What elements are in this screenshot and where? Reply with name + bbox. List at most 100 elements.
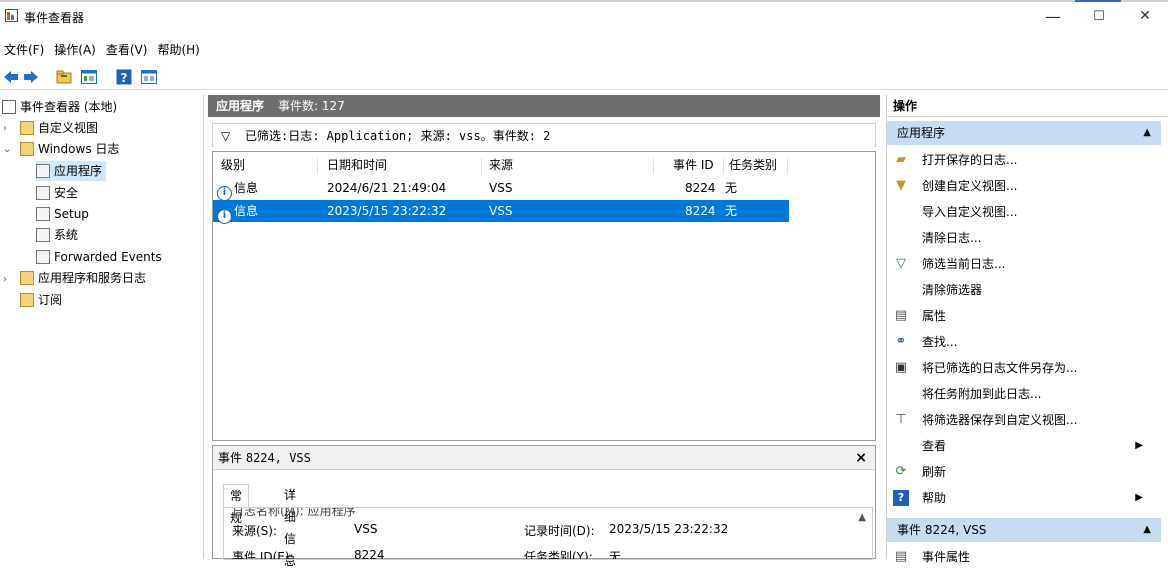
tree-item-security[interactable]: 安全 [36,183,78,203]
tab-general[interactable]: 常规 [223,484,250,525]
action-label: 事件属性 [922,550,971,564]
grid-header: 级别 日期和时间 来源 事件 ID 任务类别 [213,154,789,176]
tree-root-label: 事件查看器 (本地) [20,100,118,114]
tree-item-app-service-logs[interactable]: 应用程序和服务日志 [20,268,146,288]
tree-item-application[interactable]: 应用程序 [36,161,107,181]
action-save-filter-to-custom-view[interactable]: ⊤ 将筛选器保存到自定义视图... [887,407,1161,433]
forward-arrow-icon[interactable] [22,68,40,86]
chevron-right-icon[interactable]: › [3,123,7,134]
action-create-custom-view[interactable]: ▼ 创建自定义视图... [887,173,1161,199]
action-properties[interactable]: ▤ 属性 [887,303,1161,329]
binoculars-icon: ⚭ [895,334,907,349]
show-hide-tree-icon[interactable] [55,68,73,86]
action-label: 查看 [922,439,947,453]
category-cell: 无 [725,181,738,195]
action-event-properties[interactable]: ▤ 事件属性 [887,544,1161,570]
tree-item-subscriptions[interactable]: 订阅 [20,290,62,310]
tab-details[interactable]: 详细信息 [278,484,302,568]
column-header-datetime[interactable]: 日期和时间 [327,154,387,176]
refresh-icon: ⟳ [895,464,907,479]
table-row[interactable]: i 信息 2024/6/21 21:49:04 VSS 8224 无 [213,177,789,201]
event-viewer-app-icon [5,9,18,22]
log-icon [36,186,50,200]
action-refresh[interactable]: ⟳ 刷新 [887,459,1161,485]
category-cell: 无 [725,204,738,218]
tree-item-system[interactable]: 系统 [36,225,78,245]
tree-application-label: 应用程序 [54,164,103,178]
action-clear-log[interactable]: 清除日志... [887,225,1161,251]
properties-icon: ▤ [894,549,908,564]
action-import-custom-view[interactable]: 导入自定义视图... [887,199,1161,225]
column-separator[interactable] [787,158,788,174]
table-row-selected[interactable]: i 信息 2023/5/15 23:22:32 VSS 8224 无 [213,200,789,224]
datetime-cell: 2024/6/21 21:49:04 [327,181,447,195]
collapse-up-icon[interactable]: ▲ [1143,121,1151,145]
actions-section-application[interactable]: 应用程序 ▲ [887,121,1161,145]
detail-body: 日志名称(M): 应用程序 来源(S): VSS 记录时间(D): 2023/5… [223,507,873,560]
menu-file[interactable]: 文件(F) [0,40,50,60]
log-icon [36,250,50,264]
actions-header: 操作 [887,95,1168,117]
action-help[interactable]: ? 帮助 ▶ [887,485,1161,511]
event-id-cell: 8224 [685,181,716,195]
help-icon: ? [893,490,909,506]
action-label: 打开保存的日志... [922,153,1018,167]
menu-bar: 文件(F) 操作(A) 查看(V) 帮助(H) [0,40,206,60]
tree-item-custom-views[interactable]: 自定义视图 [20,118,98,138]
chevron-down-icon[interactable]: ⌄ [3,144,11,155]
tree-item-forwarded-events[interactable]: Forwarded Events [36,247,162,267]
column-separator[interactable] [723,158,724,174]
chevron-right-icon[interactable]: › [3,274,7,285]
help-toolbar-icon[interactable]: ? [115,68,133,86]
action-find[interactable]: ⚭ 查找... [887,329,1161,355]
action-save-filtered-log[interactable]: ▣ 将已筛选的日志文件另存为... [887,355,1161,381]
close-button[interactable]: ✕ [1122,0,1168,32]
action-clear-filter[interactable]: 清除筛选器 [887,277,1161,303]
back-arrow-icon[interactable] [2,68,20,86]
menu-help[interactable]: 帮助(H) [153,40,205,60]
window-title: 事件查看器 [24,11,85,25]
column-header-task-category[interactable]: 任务类别 [729,154,777,176]
filter-text: 已筛选:日志: Application; 来源: vss。事件数: 2 [245,129,551,143]
tree-item-setup[interactable]: Setup [36,204,89,224]
column-separator[interactable] [317,158,318,174]
column-header-event-id[interactable]: 事件 ID [673,154,714,176]
column-separator[interactable] [653,158,654,174]
action-label: 属性 [922,309,947,323]
menu-action[interactable]: 操作(A) [50,40,102,60]
filter-icon: ▽ [896,256,906,271]
action-filter-current-log[interactable]: ▽ 筛选当前日志... [887,251,1161,277]
minimize-button[interactable]: — [1030,0,1076,32]
logged-label: 记录时间(D): [524,524,595,538]
folder-icon [20,121,34,135]
menu-view[interactable]: 查看(V) [102,40,154,60]
events-grid: 级别 日期和时间 来源 事件 ID 任务类别 i 信息 2024/6/21 21:… [212,151,876,441]
tree-item-root[interactable]: 事件查看器 (本地) [2,97,117,117]
action-view[interactable]: 查看 ▶ [887,433,1161,459]
tree-app-service-logs-label: 应用程序和服务日志 [38,271,147,285]
column-header-level[interactable]: 级别 [221,154,245,176]
task-category-label: 任务类别(Y): [524,550,593,560]
close-detail-icon[interactable]: × [855,446,867,470]
actions-section-event[interactable]: 事件 8224, VSS ▲ [887,518,1161,542]
properties-toolbar-icon[interactable] [80,68,98,86]
maximize-button[interactable]: ☐ [1076,0,1122,32]
tree-security-label: 安全 [54,186,79,200]
action-label: 将已筛选的日志文件另存为... [922,361,1078,375]
level-text: 信息 [234,181,259,195]
tree-item-windows-logs[interactable]: Windows 日志 [20,139,119,159]
log-icon [36,207,50,221]
event-detail-title: 8224, VSS [245,451,311,465]
filter-bar: ▽ 已筛选:日志: Application; 来源: vss。事件数: 2 [212,123,876,147]
level-cell: i 信息 [217,200,258,224]
tree-windows-logs-label: Windows 日志 [38,142,120,156]
column-header-source[interactable]: 来源 [489,154,513,176]
scroll-up-icon[interactable]: ▲ [858,512,866,523]
action-open-saved-log[interactable]: ▰ 打开保存的日志... [887,147,1161,173]
column-separator[interactable] [481,158,482,174]
action-attach-task[interactable]: 将任务附加到此日志... [887,381,1161,407]
submenu-arrow-icon: ▶ [1135,440,1143,451]
actions-scrollbar[interactable] [1160,117,1168,559]
collapse-up-icon[interactable]: ▲ [1143,518,1151,542]
show-action-pane-icon[interactable] [140,68,158,86]
